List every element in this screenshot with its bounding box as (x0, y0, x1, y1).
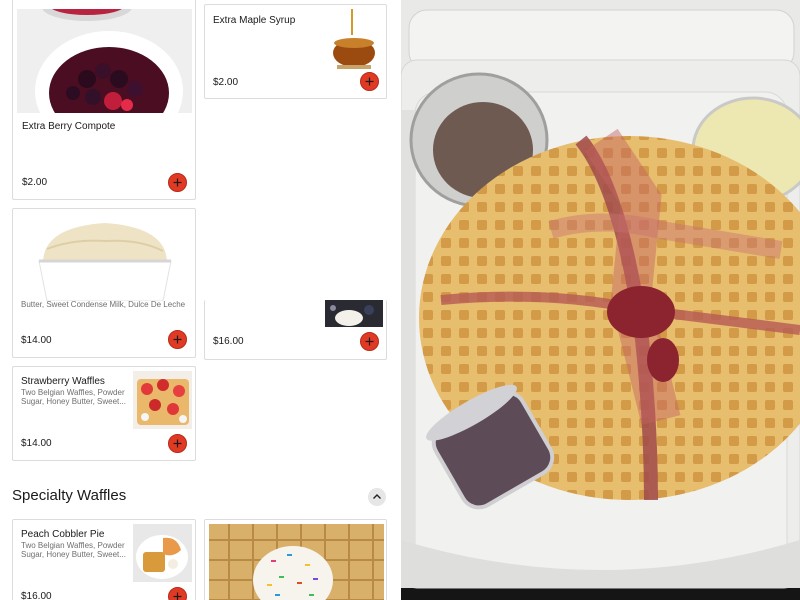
sprinkles-waffle-image (209, 524, 384, 600)
item-price: $14.00 (21, 335, 52, 346)
plus-icon (173, 592, 182, 600)
peach-cobbler-image (133, 524, 192, 582)
item-description: Sugar, Honey Butter, Sweet... (21, 550, 126, 559)
menu-item-card[interactable]: Butter, Sweet Condense Milk, Dulce De Le… (12, 208, 196, 358)
menu-item-card[interactable]: Extra Berry Compote $2.00 (12, 0, 196, 200)
add-to-cart-button[interactable] (360, 72, 379, 91)
menu-item-card[interactable]: ·· ··· ········· ········ $16.00 (204, 300, 387, 360)
item-price: $14.00 (21, 438, 52, 449)
plus-icon (365, 337, 374, 346)
add-to-cart-button[interactable] (360, 332, 379, 351)
menu-item-card[interactable]: Extra Maple Syrup $2.00 (204, 4, 387, 99)
menu-item-card[interactable]: Strawberry Waffles Two Belgian Waffles, … (12, 366, 196, 461)
item-price: $16.00 (21, 591, 52, 600)
item-description-truncated: ·· ··· ········· ········ (213, 300, 278, 305)
item-price: $16.00 (213, 336, 244, 347)
menu-pane: Extra Berry Compote $2.00 Extra Maple Sy… (0, 0, 400, 600)
berry-compote-image (17, 9, 192, 113)
add-to-cart-button[interactable] (168, 434, 187, 453)
item-title: Strawberry Waffles (21, 376, 105, 387)
add-to-cart-button[interactable] (168, 173, 187, 192)
menu-item-card[interactable]: Peach Cobbler Pie Two Belgian Waffles, P… (12, 519, 196, 600)
menu-item-card[interactable] (204, 519, 387, 600)
section-title: Specialty Waffles (12, 487, 127, 504)
plus-icon (173, 335, 182, 344)
item-description: Butter, Sweet Condense Milk, Dulce De Le… (21, 300, 186, 309)
chevron-up-icon (373, 494, 381, 499)
ice-cream-image (13, 209, 195, 301)
item-title: Extra Berry Compote (22, 121, 116, 132)
strawberry-waffles-image (133, 371, 192, 429)
item-price: $2.00 (22, 177, 48, 188)
plus-icon (173, 178, 182, 187)
plus-icon (365, 77, 374, 86)
maple-syrup-image (325, 9, 375, 71)
item-title: Peach Cobbler Pie (21, 529, 105, 540)
item-price: $2.00 (213, 77, 239, 88)
item-title: Extra Maple Syrup (213, 15, 296, 26)
add-to-cart-button[interactable] (168, 330, 187, 349)
item-description: Sugar, Honey Butter, Sweet... (21, 397, 126, 406)
waffle-takeout-photo (401, 0, 800, 600)
plus-icon (173, 439, 182, 448)
add-to-cart-button[interactable] (168, 587, 187, 600)
section-collapse-button[interactable] (368, 488, 386, 506)
waffle-ice-cream-image (325, 300, 383, 327)
